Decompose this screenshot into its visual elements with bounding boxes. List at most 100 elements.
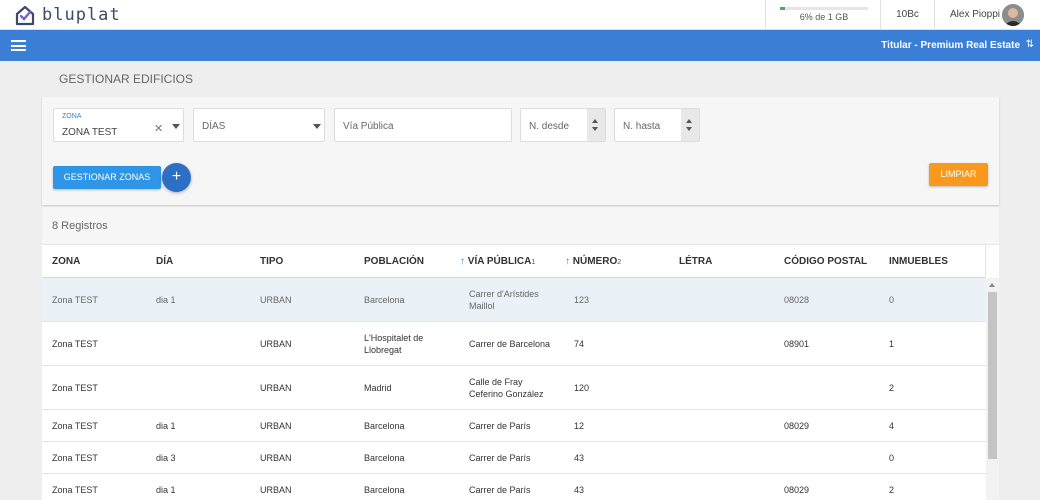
cell-inmuebles: 0	[889, 294, 895, 305]
numero-hasta-placeholder: N. hasta	[623, 121, 661, 132]
scroll-up-icon[interactable]	[989, 283, 995, 287]
table-row[interactable]: Zona TEST URBAN L'Hospitalet de Llobrega…	[42, 322, 986, 366]
chevron-down-icon[interactable]	[313, 124, 321, 129]
cell-codigo-postal: 08029	[784, 484, 810, 495]
table-row[interactable]: Zona TEST dia 1 URBAN Barcelona Carrer d…	[42, 278, 986, 322]
column-header-poblacion[interactable]: POBLACIÓN	[364, 245, 424, 278]
user-name[interactable]: Alex Pioppi	[950, 0, 1000, 30]
page-title: GESTIONAR EDIFICIOS	[59, 72, 194, 86]
cell-tipo: URBAN	[260, 294, 292, 305]
cell-codigo-postal: 08901	[784, 338, 810, 349]
menu-icon[interactable]	[11, 40, 26, 51]
column-header-codigo-postal[interactable]: CÓDIGO POSTAL	[784, 245, 867, 278]
numero-hasta-stepper[interactable]	[681, 109, 699, 141]
cell-numero: 43	[574, 484, 585, 495]
cell-tipo: URBAN	[260, 382, 292, 393]
cell-inmuebles: 0	[889, 452, 895, 463]
step-down-icon[interactable]	[686, 127, 692, 131]
cell-via-publica: Carrer de París	[469, 452, 531, 463]
step-down-icon[interactable]	[592, 127, 598, 131]
table-row[interactable]: Zona TEST dia 1 URBAN Barcelona Carrer d…	[42, 474, 986, 500]
cell-via-publica: Carrer de París	[469, 420, 531, 431]
storage-usage: 6% de 1 GB	[765, 0, 881, 30]
table-body: Zona TEST dia 1 URBAN Barcelona Carrer d…	[42, 278, 986, 500]
cell-zona: Zona TEST	[52, 484, 98, 495]
step-up-icon[interactable]	[686, 119, 692, 123]
cell-poblacion: Barcelona	[364, 452, 405, 463]
cell-tipo: URBAN	[260, 338, 292, 349]
cell-poblacion: Barcelona	[364, 420, 405, 431]
clear-icon[interactable]: ✕	[154, 122, 163, 135]
cell-numero: 74	[574, 338, 585, 349]
sort-index: 2	[617, 259, 622, 266]
numero-desde-stepper[interactable]	[587, 109, 605, 141]
cell-dia: dia 1	[156, 484, 176, 495]
avatar[interactable]	[1002, 4, 1024, 26]
cell-codigo-postal: 08028	[784, 294, 810, 305]
sort-index: 1	[531, 259, 536, 266]
cell-poblacion: Barcelona	[364, 484, 405, 495]
storage-progress-fill	[780, 7, 786, 10]
column-header-inmuebles[interactable]: INMUEBLES	[889, 245, 948, 278]
column-header-tipo[interactable]: TIPO	[260, 245, 283, 278]
scroll-thumb[interactable]	[988, 292, 997, 459]
table-scrollbar[interactable]	[986, 278, 999, 500]
cell-tipo: URBAN	[260, 484, 292, 495]
filter-panel: ZONA ZONA TEST ✕ DÍAS Vía Pública N. des…	[42, 97, 999, 205]
column-header-via-publica[interactable]: ↑ VÍA PÚBLICA1	[460, 245, 535, 278]
via-publica-placeholder: Vía Pública	[343, 121, 394, 132]
numero-desde-input[interactable]: N. desde	[520, 108, 606, 142]
gestionar-zonas-button[interactable]: GESTIONAR ZONAS	[53, 166, 161, 189]
brand-logo[interactable]: bluplat	[14, 3, 121, 27]
brand-name: bluplat	[42, 5, 121, 25]
add-zona-button[interactable]: +	[162, 163, 191, 192]
numero-desde-placeholder: N. desde	[529, 121, 570, 132]
cell-tipo: URBAN	[260, 452, 292, 463]
chevron-down-icon[interactable]	[172, 124, 180, 129]
sort-asc-icon: ↑	[460, 256, 465, 267]
cell-inmuebles: 2	[889, 484, 895, 495]
records-count: 8 Registros	[42, 207, 999, 245]
dias-placeholder: DÍAS	[202, 121, 226, 132]
zona-value: ZONA TEST	[62, 127, 118, 138]
cell-tipo: URBAN	[260, 420, 292, 431]
cell-poblacion: Barcelona	[364, 294, 405, 305]
cell-numero: 120	[574, 382, 590, 393]
column-header-dia[interactable]: DÍA	[156, 245, 173, 278]
cell-inmuebles: 2	[889, 382, 895, 393]
table-row[interactable]: Zona TEST dia 1 URBAN Barcelona Carrer d…	[42, 410, 986, 442]
cell-numero: 43	[574, 452, 585, 463]
account-selector[interactable]: Titular - Premium Real Estate	[881, 30, 1020, 61]
step-up-icon[interactable]	[592, 119, 598, 123]
zona-label: ZONA	[62, 113, 82, 120]
table-row[interactable]: Zona TEST dia 3 URBAN Barcelona Carrer d…	[42, 442, 986, 474]
dias-select[interactable]: DÍAS	[193, 108, 325, 142]
cell-via-publica: Carrer de París	[469, 484, 531, 495]
nav-bar: Titular - Premium Real Estate ⇅	[0, 30, 1040, 61]
cell-dia: dia 1	[156, 294, 176, 305]
cell-zona: Zona TEST	[52, 294, 98, 305]
house-check-icon	[15, 5, 35, 26]
user-photo-icon	[1002, 4, 1024, 26]
table-row[interactable]: Zona TEST URBAN Madrid Calle de Fray Cef…	[42, 366, 986, 410]
storage-text: 6% de 1 GB	[799, 12, 849, 22]
numero-hasta-input[interactable]: N. hasta	[614, 108, 700, 142]
via-publica-input[interactable]: Vía Pública	[334, 108, 512, 142]
cell-numero: 123	[574, 294, 590, 305]
column-header-zona[interactable]: ZONA	[52, 245, 80, 278]
cell-via-publica: Carrer de Barcelona	[469, 338, 551, 349]
column-header-numero[interactable]: ↑ NÚMERO2	[565, 245, 621, 278]
top-bar: bluplat 6% de 1 GB 10Bc Alex Pioppi	[0, 0, 1040, 30]
swap-account-icon[interactable]: ⇅	[1026, 39, 1034, 50]
credits-badge[interactable]: 10Bc	[881, 0, 935, 30]
cell-inmuebles: 4	[889, 420, 895, 431]
cell-poblacion: Madrid	[364, 382, 392, 393]
limpiar-button[interactable]: LIMPIAR	[929, 163, 988, 186]
column-header-letra[interactable]: LÉTRA	[679, 245, 712, 278]
cell-via-publica: Carrer d'Arístides Maillol	[469, 288, 539, 311]
zona-select[interactable]: ZONA ZONA TEST ✕	[53, 108, 184, 142]
cell-zona: Zona TEST	[52, 420, 98, 431]
cell-dia: dia 3	[156, 452, 176, 463]
cell-dia: dia 1	[156, 420, 176, 431]
table-header: ZONA DÍA TIPO POBLACIÓN ↑ VÍA PÚBLICA1 ↑…	[42, 245, 986, 278]
